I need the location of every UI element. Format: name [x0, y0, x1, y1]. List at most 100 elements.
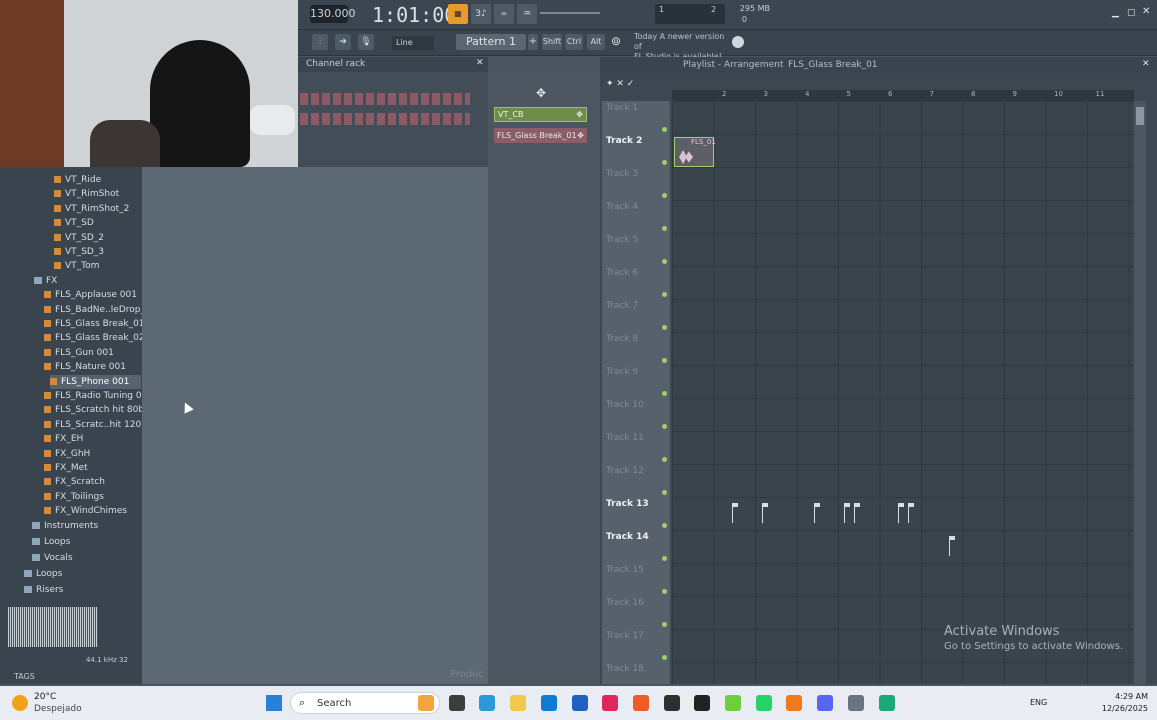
track-mute-led[interactable]	[662, 655, 667, 660]
browser-folder[interactable]: Risers	[24, 583, 63, 597]
globe-icon[interactable]	[732, 36, 744, 48]
maximize-icon[interactable]: ▢	[1127, 8, 1139, 18]
clock-date[interactable]: 12/26/2025	[1094, 704, 1148, 713]
pattern-clip[interactable]	[732, 503, 740, 523]
ctrl-key-button[interactable]: Ctrl	[565, 34, 583, 50]
track-mute-led[interactable]	[662, 589, 667, 594]
browser-file[interactable]: FLS_Gun 001	[44, 346, 114, 360]
taskbar-app-icon[interactable]	[878, 695, 895, 711]
track-label[interactable]: Track 12	[606, 466, 644, 476]
close-icon[interactable]: ✕	[1142, 6, 1154, 17]
pattern-clip[interactable]	[898, 503, 906, 523]
pattern-clip[interactable]	[854, 503, 862, 523]
browser-file[interactable]: FLS_Nature 001	[44, 360, 126, 374]
master-pitch-slider[interactable]	[540, 12, 600, 14]
loop-record-icon[interactable]: ∞	[494, 4, 514, 24]
track-mute-led[interactable]	[662, 259, 667, 264]
browser-file[interactable]: FLS_Phone 001	[50, 374, 142, 389]
track-mute-led[interactable]	[662, 556, 667, 561]
pattern-clip[interactable]	[908, 503, 916, 523]
taskbar-app-icon[interactable]	[448, 695, 465, 711]
track-mute-led[interactable]	[662, 358, 667, 363]
track-label[interactable]: Track 14	[606, 532, 649, 542]
pattern-clip[interactable]	[844, 503, 852, 523]
microphone-icon[interactable]: 🎙	[358, 34, 374, 50]
track-mute-led[interactable]	[662, 391, 667, 396]
browser-file[interactable]: FLS_Radio Tuning 001	[44, 389, 153, 403]
browser-file[interactable]: FX_GhH	[44, 447, 90, 461]
track-label[interactable]: Track 2	[606, 136, 642, 146]
pattern-clip[interactable]	[949, 536, 957, 556]
snap-icon[interactable]: ▦	[448, 4, 468, 24]
track-mute-led[interactable]	[662, 127, 667, 132]
browser-file[interactable]: VT_SD	[54, 216, 94, 230]
track-label[interactable]: Track 6	[606, 268, 638, 278]
pattern-picker-icon[interactable]: ✥	[536, 86, 546, 100]
track-label[interactable]: Track 4	[606, 202, 638, 212]
track-mute-led[interactable]	[662, 457, 667, 462]
pattern-clip[interactable]	[814, 503, 822, 523]
playlist-close-icon[interactable]: ✕	[1142, 59, 1150, 69]
step-row-2[interactable]	[300, 113, 470, 125]
browser-file[interactable]: VT_SD_3	[54, 245, 104, 259]
browser-file[interactable]: FX_Met	[44, 461, 88, 475]
track-label[interactable]: Track 17	[606, 631, 644, 641]
browser-file[interactable]: FLS_Glass Break_01	[44, 317, 145, 331]
start-icon[interactable]	[266, 695, 282, 711]
pattern-item[interactable]: FLS_Glass Break_01 ✥	[494, 128, 587, 143]
browser-file[interactable]: FLS_Glass Break_02	[44, 331, 145, 345]
taskbar-app-icon[interactable]	[540, 695, 557, 711]
taskbar-app-icon[interactable]	[725, 695, 741, 711]
minimize-icon[interactable]: ▁	[1112, 8, 1124, 18]
browser-file[interactable]: FX_WindChimes	[44, 504, 127, 518]
track-mute-led[interactable]	[662, 292, 667, 297]
browser-folder[interactable]: Loops	[24, 567, 62, 581]
weather-temp[interactable]: 20°C	[34, 692, 56, 702]
browser-file[interactable]: VT_SD_2	[54, 231, 104, 245]
track-label[interactable]: Track 5	[606, 235, 638, 245]
shift-key-button[interactable]: Shift	[542, 34, 562, 50]
tempo-display[interactable]: 130.000	[310, 5, 356, 23]
weather-desc[interactable]: Despejado	[34, 704, 82, 714]
taskbar-app-icon[interactable]	[510, 695, 527, 711]
browser-file[interactable]: FLS_BadNe..leDrop_02	[44, 303, 156, 317]
track-label[interactable]: Track 11	[606, 433, 644, 443]
browser-folder[interactable]: FX	[34, 274, 57, 288]
taskbar-app-icon[interactable]	[479, 695, 496, 711]
browser-file[interactable]: VT_Tom	[54, 259, 99, 273]
track-label[interactable]: Track 3	[606, 169, 638, 179]
taskbar-app-icon[interactable]	[847, 695, 864, 711]
track-mute-led[interactable]	[662, 193, 667, 198]
track-mute-led[interactable]	[662, 424, 667, 429]
browser-file[interactable]: FX_EH	[44, 432, 83, 446]
track-label[interactable]: Track 15	[606, 565, 644, 575]
browser-file[interactable]: FX_Toilings	[44, 490, 104, 504]
taskbar-app-icon[interactable]	[632, 695, 649, 711]
track-label[interactable]: Track 1	[606, 103, 638, 113]
add-pattern-icon[interactable]: +	[528, 34, 538, 50]
browser-file[interactable]: FLS_Applause 001	[44, 288, 137, 302]
track-label[interactable]: Track 18	[606, 664, 644, 674]
mixer-icon[interactable]: ⫶	[312, 34, 328, 50]
countdown-icon[interactable]: 3♪	[471, 4, 491, 24]
arrow-icon[interactable]: ➜	[335, 34, 351, 50]
channel-rack-close-icon[interactable]: ✕	[476, 58, 484, 68]
track-label[interactable]: Track 10	[606, 400, 644, 410]
track-label[interactable]: Track 13	[606, 499, 649, 509]
taskbar-app-icon[interactable]	[418, 695, 434, 711]
taskbar-app-icon[interactable]	[694, 695, 711, 711]
step-row-1[interactable]	[300, 93, 470, 105]
track-mute-led[interactable]	[662, 226, 667, 231]
news-icon[interactable]: ⊚	[611, 34, 627, 50]
browser-file[interactable]: VT_RimShot	[54, 187, 119, 201]
audio-clip[interactable]: FLS_01	[674, 137, 716, 167]
taskbar-app-icon[interactable]	[817, 695, 834, 711]
track-mute-led[interactable]	[662, 160, 667, 165]
track-mute-led[interactable]	[662, 622, 667, 627]
browser-folder[interactable]: Vocals	[32, 551, 73, 565]
alt-key-button[interactable]: Alt	[587, 34, 605, 50]
track-label[interactable]: Track 7	[606, 301, 638, 311]
clock-time[interactable]: 4:29 AM	[1098, 692, 1148, 701]
snap-select[interactable]: Line	[392, 36, 434, 50]
track-mute-led[interactable]	[662, 523, 667, 528]
